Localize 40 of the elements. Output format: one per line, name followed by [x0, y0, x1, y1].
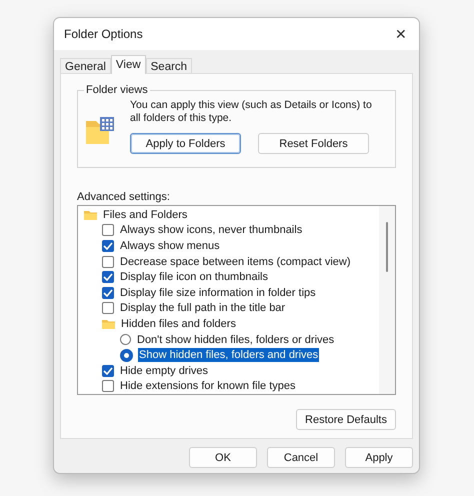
- radio-button[interactable]: [120, 348, 133, 362]
- tree-label[interactable]: Hidden files and folders: [120, 316, 237, 331]
- checkbox-label[interactable]: Always show menus: [119, 238, 221, 253]
- scrollbar[interactable]: [379, 206, 395, 394]
- checkbox-label[interactable]: Hide empty drives: [119, 364, 210, 378]
- checkbox[interactable]: [102, 364, 114, 377]
- checkbox[interactable]: [102, 224, 114, 236]
- radio-label[interactable]: Don't show hidden files, folders or drives: [136, 332, 336, 347]
- group-label: Folder views: [84, 84, 150, 96]
- checkbox[interactable]: [102, 380, 114, 392]
- checkbox-label[interactable]: Hide extensions for known file types: [119, 379, 296, 394]
- button[interactable]: Apply to Folders: [130, 133, 241, 154]
- tab[interactable]: Search: [146, 58, 192, 74]
- checkbox[interactable]: [102, 271, 114, 284]
- scroll-thumb[interactable]: [386, 222, 388, 272]
- checkbox-label[interactable]: Display file size information in folder tips: [119, 286, 317, 300]
- checkbox-label[interactable]: Always show icons, never thumbnails: [119, 223, 304, 238]
- restore-defaults-button[interactable]: Restore Defaults: [296, 409, 396, 430]
- tab[interactable]: General: [60, 58, 111, 74]
- section-label: Advanced settings:: [77, 191, 171, 203]
- checkbox[interactable]: [102, 302, 114, 314]
- checkbox[interactable]: [102, 256, 114, 268]
- folder-icon: [84, 209, 97, 220]
- tab[interactable]: View: [110, 55, 146, 74]
- checkbox-label[interactable]: Decrease space between items (compact view): [119, 254, 352, 269]
- button[interactable]: OK: [189, 447, 257, 468]
- close-button[interactable]: ✕: [383, 19, 419, 49]
- checkbox-label[interactable]: Display file icon on thumbnails: [119, 270, 269, 284]
- tree-label[interactable]: Files and Folders: [102, 208, 188, 222]
- checkbox[interactable]: [102, 240, 114, 252]
- checkbox-label[interactable]: Display the full path in the title bar: [119, 301, 286, 316]
- radio-button[interactable]: [120, 334, 131, 346]
- button[interactable]: Cancel: [267, 447, 335, 468]
- folder-icon: [102, 318, 115, 330]
- radio-label[interactable]: Show hidden files, folders and drives: [138, 348, 320, 362]
- button[interactable]: Apply: [345, 447, 413, 468]
- description-text: You can apply this view (such as Details or Icons) to all folders of this type.: [130, 99, 373, 125]
- button[interactable]: Reset Folders: [258, 133, 369, 154]
- checkbox[interactable]: [102, 286, 114, 299]
- window-title: Folder Options: [64, 27, 143, 41]
